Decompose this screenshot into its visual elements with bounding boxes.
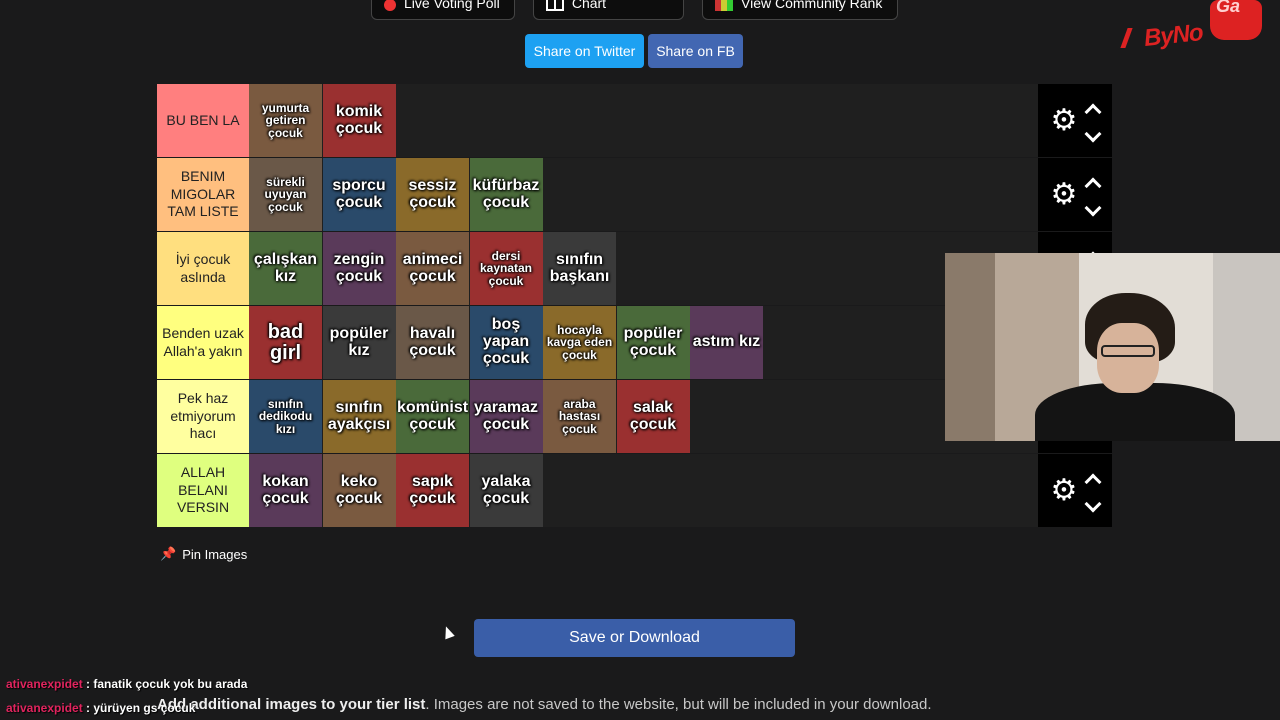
tier-row: BU BEN LA yumurta getiren çocuk komik çocu… (157, 84, 1112, 158)
gear-icon[interactable]: ⚙ (1051, 179, 1078, 210)
tier-items: bad girl popüler kız havalı çocuk boş yapan… (249, 306, 1038, 379)
tier-controls: ⚙ (1038, 454, 1112, 527)
pushpin-icon: 📌 (160, 546, 177, 561)
save-download-button[interactable]: Save or Download (474, 619, 795, 657)
add-images-bold: Add additional images to your tier list (157, 696, 426, 713)
webcam-overlay (945, 253, 1280, 441)
tier-item-card[interactable]: komik çocuk (322, 84, 396, 157)
tier-item-card[interactable]: komünist çocuk (396, 380, 469, 453)
tier-item-card[interactable]: popüler çocuk (616, 306, 690, 379)
view-community-rank-button[interactable]: View Community Rank (702, 0, 898, 20)
tier-item-card[interactable]: sınıfın ayakçısı (322, 380, 396, 453)
tier-item-card[interactable]: keko çocuk (322, 454, 396, 527)
tier-controls: ⚙ (1038, 158, 1112, 231)
chat-username: ativanexpidet (6, 701, 83, 715)
tier-item-card[interactable]: bad girl (249, 306, 322, 379)
record-dot-icon (384, 0, 396, 11)
gear-icon[interactable]: ⚙ (1051, 475, 1078, 506)
chat-text: yürüyen gs çocuk (93, 701, 196, 715)
chat-message: ativanexpidet : yürüyen gs çocuk (6, 701, 196, 715)
streamer-figure (1035, 293, 1235, 441)
chevron-down-icon[interactable] (1084, 125, 1102, 142)
tier-item-card[interactable]: çalışkan kız (249, 232, 322, 305)
tier-item-card[interactable]: sapık çocuk (396, 454, 469, 527)
chevron-up-icon[interactable] (1084, 473, 1102, 490)
tier-item-card[interactable]: yaramaz çocuk (469, 380, 543, 453)
top-button-bar: Live Voting Poll Alignment Chart View Co… (0, 0, 1280, 20)
tier-item-card[interactable]: havalı çocuk (396, 306, 469, 379)
tier-item-card[interactable]: sessiz çocuk (396, 158, 469, 231)
gear-icon[interactable]: ⚙ (1051, 105, 1078, 136)
logo-text: ByNo (1142, 19, 1204, 52)
alignment-chart-button[interactable]: Alignment Chart (533, 0, 684, 20)
chevron-down-icon[interactable] (1084, 495, 1102, 512)
tier-label[interactable]: BENIM MIGOLAR TAM LISTE (157, 158, 249, 231)
chat-message: ativanexpidet : fanatik çocuk yok bu ara… (6, 677, 248, 691)
tier-label[interactable]: Benden uzak Allah'a yakın (157, 306, 249, 379)
tier-item-card[interactable]: sürekli uyuyan çocuk (249, 158, 322, 231)
tier-item-card[interactable]: zengin çocuk (322, 232, 396, 305)
tier-item-card[interactable]: animeci çocuk (396, 232, 469, 305)
tier-label[interactable]: BU BEN LA (157, 84, 249, 157)
tier-item-card[interactable]: sporcu çocuk (322, 158, 396, 231)
tier-label[interactable]: İyi çocuk aslında (157, 232, 249, 305)
add-images-rest: . Images are not saved to the website, b… (425, 696, 932, 713)
tier-item-card[interactable]: yumurta getiren çocuk (249, 84, 322, 157)
tier-item-card[interactable]: küfürbaz çocuk (469, 158, 543, 231)
tier-label[interactable]: Pek haz etmiyorum hacı (157, 380, 249, 453)
tier-row: ALLAH BELANI VERSIN kokan çocuk keko çocuk… (157, 454, 1112, 528)
share-facebook-button[interactable]: Share on FB (648, 34, 743, 68)
chat-username: ativanexpidet (6, 677, 83, 691)
streamer-logo: Ga ByNo (1118, 0, 1278, 56)
alignment-chart-label: Alignment Chart (571, 0, 607, 11)
share-twitter-button[interactable]: Share on Twitter (525, 34, 644, 68)
grid-icon (546, 0, 564, 11)
tier-item-card[interactable]: hocayla kavga eden çocuk (543, 306, 616, 379)
chevron-up-icon[interactable] (1084, 177, 1102, 194)
tier-item-card[interactable]: sınıfın dedikodu kızı (249, 380, 322, 453)
tier-label[interactable]: ALLAH BELANI VERSIN (157, 454, 249, 527)
chevron-down-icon[interactable] (1084, 199, 1102, 216)
tier-items: sürekli uyuyan çocuk sporcu çocuk sessiz ç… (249, 158, 1038, 231)
logo-cap-icon: Ga (1210, 0, 1262, 40)
pin-images-label: Pin Images (182, 546, 248, 562)
chat-text: fanatik çocuk yok bu arada (93, 677, 248, 691)
tier-items: sınıfın dedikodu kızı sınıfın ayakçısı kom… (249, 380, 1038, 453)
tier-item-card[interactable]: yalaka çocuk (469, 454, 543, 527)
pin-images-toggle[interactable]: 📌 Pin Images (160, 546, 247, 562)
tier-item-card[interactable]: astım kız (690, 306, 763, 379)
tier-item-card[interactable]: dersi kaynatan çocuk (469, 232, 543, 305)
add-images-text: Add additional images to your tier list.… (157, 696, 932, 713)
mouse-cursor-icon (441, 624, 455, 640)
view-community-rank-label: View Community Rank (741, 0, 883, 11)
tier-item-card[interactable]: boş yapan çocuk (469, 306, 543, 379)
tier-item-card[interactable]: kokan çocuk (249, 454, 322, 527)
tier-items: kokan çocuk keko çocuk sapık çocuk yalaka ç… (249, 454, 1038, 527)
live-voting-poll-label: Live Voting Poll (404, 0, 500, 11)
tier-item-card[interactable]: salak çocuk (616, 380, 690, 453)
chevron-up-icon[interactable] (1084, 103, 1102, 120)
tier-controls: ⚙ (1038, 84, 1112, 157)
live-voting-poll-button[interactable]: Live Voting Poll (371, 0, 515, 20)
rank-icon (715, 0, 733, 11)
tier-item-card[interactable]: araba hastası çocuk (543, 380, 616, 453)
tier-items: çalışkan kız zengin çocuk animeci çocuk der… (249, 232, 1038, 305)
tier-items: yumurta getiren çocuk komik çocuk (249, 84, 1038, 157)
tier-item-card[interactable]: sınıfın başkanı (543, 232, 616, 305)
tier-row: BENIM MIGOLAR TAM LISTE sürekli uyuyan ço… (157, 158, 1112, 232)
tier-item-card[interactable]: popüler kız (322, 306, 396, 379)
